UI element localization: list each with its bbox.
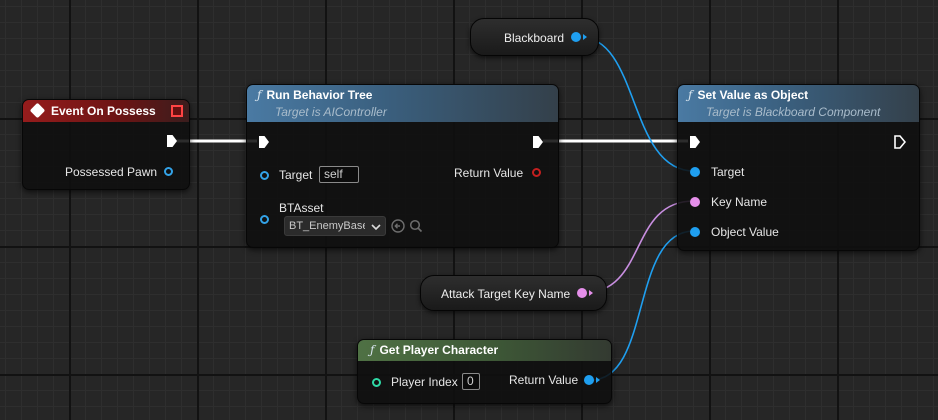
- bt-asset-value: BT_EnemyBase: [289, 220, 365, 232]
- delegate-pin-icon[interactable]: [171, 105, 183, 117]
- run-behavior-tree-subtitle: Target is AIController: [275, 105, 387, 119]
- attack-target-key-name-node[interactable]: Attack Target Key Name: [420, 275, 607, 311]
- event-diamond-icon: [29, 102, 46, 119]
- key-name-label: Key Name: [711, 195, 768, 209]
- run-behavior-tree-header[interactable]: ƒ Run Behavior Tree Target is AIControlle…: [247, 85, 558, 122]
- function-icon: ƒ: [257, 88, 262, 102]
- possessed-pawn-label: Possessed Pawn: [65, 165, 158, 179]
- get-player-character-header[interactable]: ƒ Get Player Character: [358, 340, 611, 361]
- exec-out-pin[interactable]: [894, 135, 906, 149]
- target-pin[interactable]: [690, 167, 700, 177]
- function-icon: ƒ: [370, 343, 375, 357]
- get-player-character-title: Get Player Character: [379, 343, 499, 357]
- attack-target-key-name-label: Attack Target Key Name: [441, 287, 571, 301]
- blackboard-out-pin-arrow: [583, 34, 587, 40]
- set-value-as-object-title: Set Value as Object: [697, 88, 809, 102]
- target-label: Target: [279, 168, 313, 182]
- function-icon: ƒ: [688, 88, 693, 102]
- return-value-pin[interactable]: [584, 375, 594, 385]
- attack-target-key-name-out-pin[interactable]: [577, 288, 587, 298]
- set-value-as-object-subtitle: Target is Blackboard Component: [706, 105, 881, 119]
- player-index-label: Player Index: [391, 375, 458, 389]
- event-node-header[interactable]: Event On Possess: [23, 100, 189, 122]
- possessed-pawn-pin[interactable]: [164, 167, 173, 176]
- event-on-possess-node[interactable]: Event On Possess Possessed Pawn: [22, 99, 190, 190]
- bt-asset-dropdown[interactable]: BT_EnemyBase: [284, 216, 386, 236]
- target-pin[interactable]: [260, 171, 269, 180]
- event-node-title: Event On Possess: [51, 104, 156, 118]
- arrow-left-circle-icon[interactable]: [391, 219, 405, 233]
- key-name-out-pin-arrow: [589, 290, 593, 296]
- run-behavior-tree-title: Run Behavior Tree: [266, 88, 373, 102]
- search-icon[interactable]: [409, 219, 423, 233]
- blackboard-label: Blackboard: [504, 31, 565, 45]
- return-value-label: Return Value: [454, 166, 524, 180]
- target-self-field[interactable]: self: [319, 166, 359, 183]
- return-value-pin-arrow: [596, 377, 600, 383]
- bt-asset-pin[interactable]: [260, 215, 269, 224]
- player-index-field[interactable]: 0: [462, 373, 480, 390]
- key-name-pin[interactable]: [690, 197, 700, 207]
- set-value-as-object-header[interactable]: ƒ Set Value as Object Target is Blackboar…: [678, 85, 919, 122]
- object-value-pin[interactable]: [690, 227, 700, 237]
- run-behavior-tree-node[interactable]: ƒ Run Behavior Tree Target is AIControlle…: [246, 84, 559, 248]
- chevron-down-icon: [371, 224, 381, 231]
- return-value-label: Return Value: [509, 373, 579, 387]
- set-value-as-object-node[interactable]: ƒ Set Value as Object Target is Blackboar…: [677, 84, 920, 251]
- target-label: Target: [711, 165, 745, 179]
- player-index-pin[interactable]: [372, 378, 381, 387]
- blackboard-variable-node[interactable]: Blackboard: [470, 18, 599, 56]
- blackboard-out-pin[interactable]: [571, 32, 581, 42]
- return-value-pin[interactable]: [532, 168, 541, 177]
- object-value-label: Object Value: [711, 225, 779, 239]
- get-player-character-node[interactable]: ƒ Get Player Character Player Index 0 Ret…: [357, 339, 612, 404]
- bt-asset-label: BTAsset: [279, 201, 324, 215]
